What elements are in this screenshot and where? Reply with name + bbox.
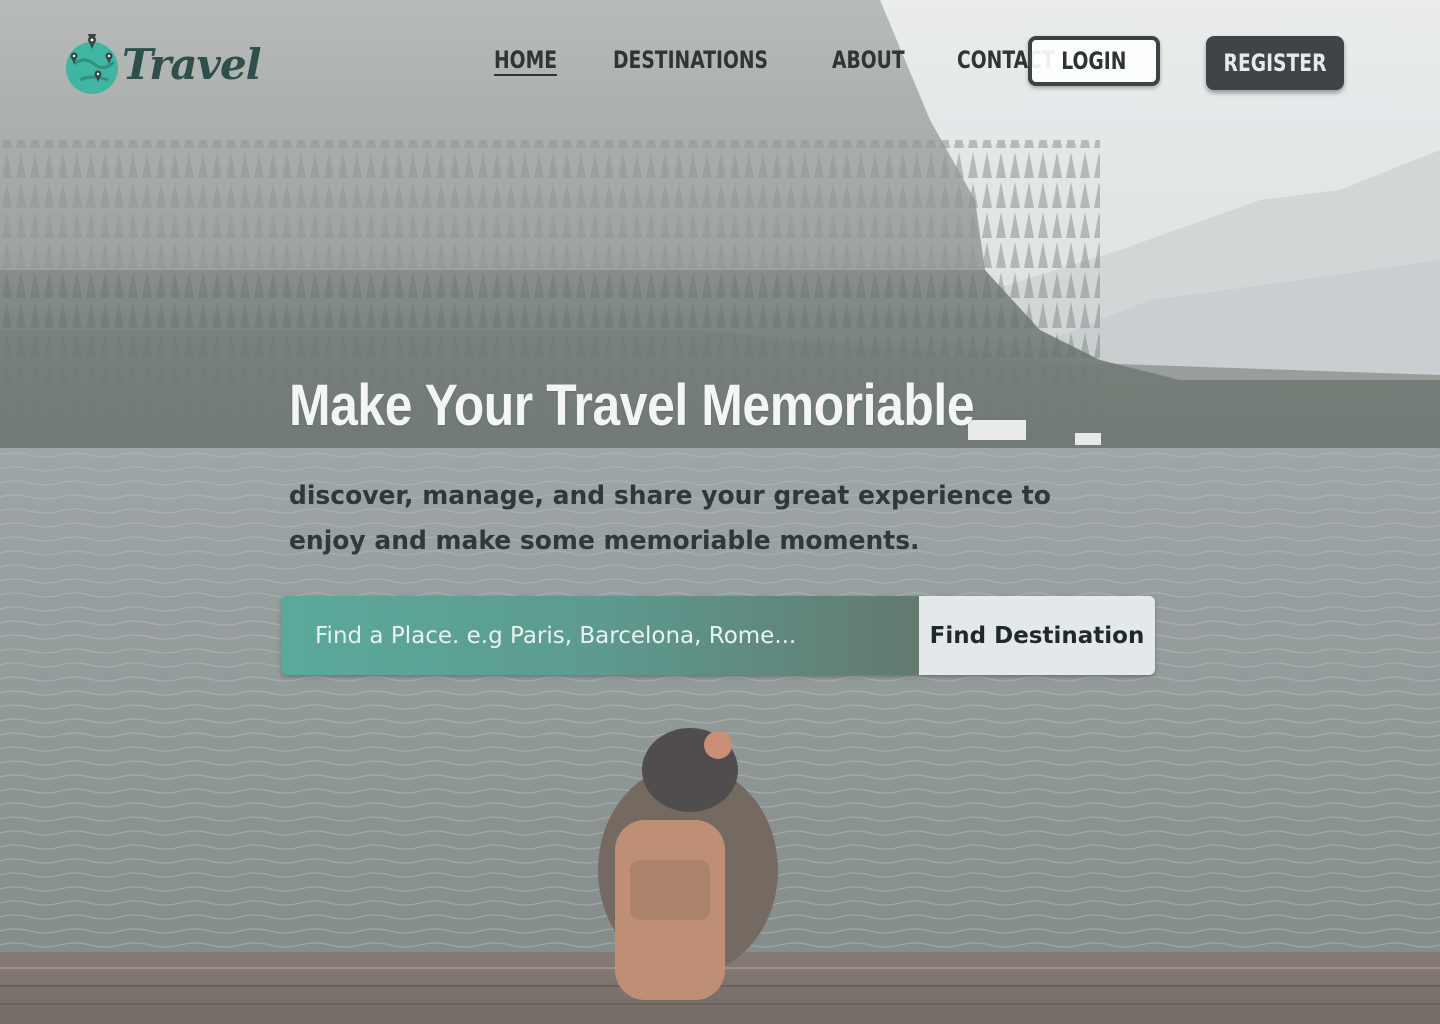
hero-section: Travel HOME DESTINATIONS ABOUT CONTACT L… — [0, 0, 1440, 1024]
destination-search-input[interactable] — [281, 596, 919, 675]
register-button[interactable]: REGISTER — [1206, 36, 1344, 90]
nav-destinations[interactable]: DESTINATIONS — [613, 46, 768, 74]
login-label: LOGIN — [1061, 47, 1127, 75]
find-destination-button[interactable]: Find Destination — [919, 596, 1155, 675]
register-label: REGISTER — [1223, 49, 1327, 77]
main-navigation: HOME DESTINATIONS ABOUT CONTACT — [494, 46, 1082, 74]
nav-about[interactable]: ABOUT — [832, 46, 905, 74]
hero-subtext: discover, manage, and share your great e… — [289, 481, 1051, 556]
globe-pins-icon — [64, 30, 120, 94]
brand-name: Travel — [122, 39, 262, 89]
brand-logo[interactable]: Travel — [64, 30, 262, 94]
nav-home[interactable]: HOME — [494, 46, 557, 74]
hero-headline: Make Your Travel Memoriable — [289, 373, 975, 438]
destination-search-bar: Find Destination — [281, 596, 1155, 675]
login-button[interactable]: LOGIN — [1028, 36, 1160, 86]
